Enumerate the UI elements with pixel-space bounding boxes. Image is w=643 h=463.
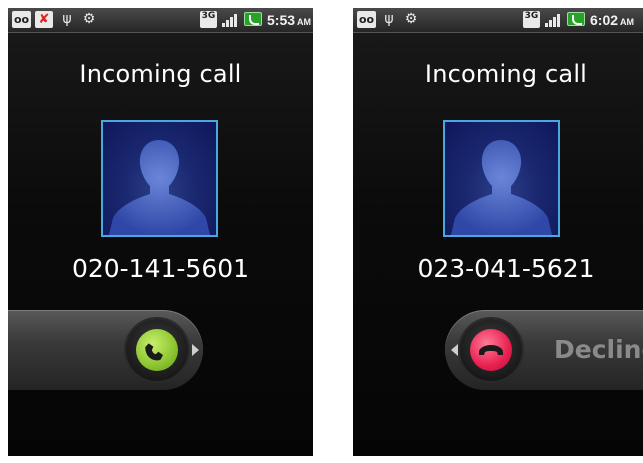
incoming-call-title: Incoming call: [424, 60, 588, 88]
android-debug-icon: ⚙: [404, 11, 418, 27]
status-time: 5:53 AM: [267, 11, 311, 31]
status-time-value: 5:53: [267, 12, 296, 28]
voicemail-icon: oo: [357, 11, 376, 28]
decline-label: Decline: [554, 335, 643, 364]
status-bar: oo ✘ ψ ⚙ 3G 5:53 AM: [8, 8, 313, 33]
decline-call-handle[interactable]: [460, 319, 522, 381]
status-time: 6:02 AM: [590, 11, 634, 31]
contact-photo-placeholder: [443, 120, 560, 237]
network-3g-icon: 3G: [200, 11, 217, 28]
signal-strength-icon: [545, 13, 563, 27]
voicemail-icon: oo: [12, 11, 31, 28]
contact-photo-placeholder: [101, 120, 218, 237]
decline-button[interactable]: [470, 329, 512, 371]
incoming-call-title: Incoming call: [79, 60, 242, 88]
answer-button[interactable]: [136, 329, 178, 371]
person-silhouette-icon: [451, 140, 552, 235]
usb-icon: ψ: [384, 11, 394, 27]
usb-icon: ψ: [62, 11, 72, 27]
signal-strength-icon: [222, 13, 240, 27]
android-debug-icon: ⚙: [82, 11, 96, 27]
status-time-value: 6:02: [590, 12, 619, 28]
battery-charging-icon: [567, 12, 585, 26]
slide-right-arrow-icon: [192, 344, 199, 356]
status-bar: oo ψ ⚙ 3G 6:02 AM: [353, 8, 643, 33]
person-silhouette-icon: [109, 140, 210, 235]
network-3g-icon: 3G: [523, 11, 540, 28]
incoming-call-screen-answer: oo ✘ ψ ⚙ 3G 5:53 AM Incoming call 020-141…: [8, 8, 313, 456]
answer-call-handle[interactable]: [126, 319, 188, 381]
phone-hangup-icon: [479, 345, 503, 355]
phone-answer-icon: [145, 343, 163, 361]
slide-left-arrow-icon: [451, 344, 458, 356]
status-time-ampm: AM: [297, 17, 312, 27]
incoming-call-screen-decline: oo ψ ⚙ 3G 6:02 AM Incoming call 023-041-5…: [353, 8, 643, 456]
battery-charging-icon: [244, 12, 262, 26]
caller-phone-number: 023-041-5621: [417, 254, 595, 283]
missed-call-icon: ✘: [35, 11, 53, 28]
caller-phone-number: 020-141-5601: [71, 254, 250, 283]
status-time-ampm: AM: [620, 17, 635, 27]
